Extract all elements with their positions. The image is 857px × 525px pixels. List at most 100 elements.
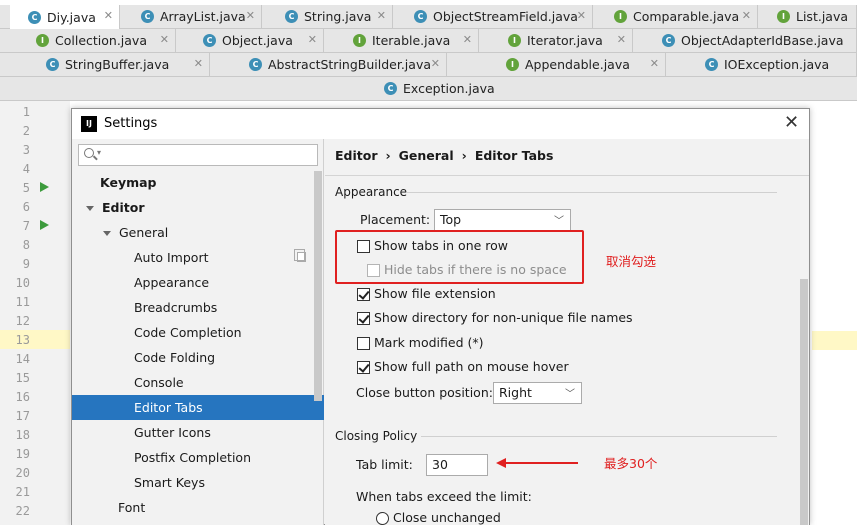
close-button-position-label: Close button position: [356, 385, 493, 400]
tab-string-java[interactable]: C String.java ✕ [263, 5, 393, 28]
tree-item-label: Keymap [100, 175, 157, 190]
chevron-down-icon: ﹀ [565, 389, 575, 400]
class-icon: C [285, 10, 298, 23]
tree-item-editor-tabs[interactable]: Editor Tabs [72, 395, 324, 420]
close-button-position-dropdown[interactable]: Right ﹀ [493, 382, 582, 404]
tree-item-label: Smart Keys [134, 475, 205, 490]
tab-ioexception-java[interactable]: C IOException.java [667, 53, 857, 76]
search-icon [84, 148, 94, 158]
tab-iterator-java[interactable]: I Iterator.java ✕ [480, 29, 633, 52]
tab-label: String.java [304, 9, 372, 24]
line-number: 14 [15, 352, 30, 366]
tab-diy-java[interactable]: C Diy.java ✕ [10, 5, 120, 29]
close-icon[interactable]: ✕ [104, 9, 113, 22]
line-number: 13 [15, 333, 30, 347]
tab-label: Appendable.java [525, 57, 630, 72]
class-icon: C [46, 58, 59, 71]
tab-label: ArrayList.java [160, 9, 246, 24]
show-full-path-checkbox[interactable] [357, 361, 370, 374]
tree-item-postfix-completion[interactable]: Postfix Completion [72, 445, 312, 470]
line-number: 17 [15, 409, 30, 423]
chevron-down-icon[interactable] [103, 231, 111, 236]
tree-item-console[interactable]: Console [72, 370, 312, 395]
section-divider [407, 192, 777, 193]
tree-item-code-completion[interactable]: Code Completion [72, 320, 312, 345]
tab-abstractstringbuilder-java[interactable]: C AbstractStringBuilder.java ✕ [211, 53, 447, 76]
tree-item-label: Code Folding [134, 350, 216, 365]
close-icon[interactable]: ✕ [160, 33, 169, 46]
breadcrumb-separator: › [385, 148, 391, 163]
tab-label: List.java [796, 9, 849, 24]
tree-item-label: Auto Import [134, 250, 209, 265]
tree-item-smart-keys[interactable]: Smart Keys [72, 470, 312, 495]
dialog-title: Settings [104, 116, 158, 131]
close-icon[interactable]: ✕ [377, 9, 386, 22]
close-icon[interactable]: ✕ [742, 9, 751, 22]
tab-stringbuffer-java[interactable]: C StringBuffer.java ✕ [10, 53, 210, 76]
tree-scrollbar[interactable] [314, 171, 322, 401]
close-icon[interactable]: ✕ [246, 9, 255, 22]
close-icon[interactable]: ✕ [431, 57, 440, 70]
section-divider [421, 436, 777, 437]
breadcrumb-editor-tabs: Editor Tabs [474, 148, 554, 163]
tree-item-appearance[interactable]: Appearance [72, 270, 312, 295]
line-number: 3 [22, 143, 30, 157]
intellij-logo-icon: IJ [81, 116, 97, 132]
tab-list-java[interactable]: I List.java [759, 5, 857, 28]
close-icon[interactable]: ✕ [194, 57, 203, 70]
tree-item-keymap[interactable]: Keymap [72, 170, 312, 195]
tab-appendable-java[interactable]: I Appendable.java ✕ [448, 53, 666, 76]
settings-search-input[interactable]: ▾ [78, 144, 318, 166]
breadcrumb-editor: Editor [335, 148, 378, 163]
tree-item-label: General [119, 225, 169, 240]
line-number: 4 [22, 162, 30, 176]
show-directory-label: Show directory for non-unique file names [374, 310, 633, 325]
tab-exception-java[interactable]: C Exception.java [10, 77, 857, 100]
class-icon: C [662, 34, 675, 47]
tab-limit-input[interactable]: 30 [426, 454, 488, 476]
run-gutter-icon[interactable] [40, 220, 49, 230]
tree-item-editor[interactable]: Editor [72, 195, 312, 220]
interface-icon: I [614, 10, 627, 23]
line-number: 16 [15, 390, 30, 404]
tab-object-java[interactable]: C Object.java ✕ [177, 29, 324, 52]
tab-comparable-java[interactable]: I Comparable.java ✕ [594, 5, 758, 28]
mark-modified-checkbox[interactable] [357, 337, 370, 350]
tree-item-label: Breadcrumbs [134, 300, 218, 315]
tab-collection-java[interactable]: I Collection.java ✕ [10, 29, 176, 52]
tree-item-auto-import[interactable]: Auto Import [72, 245, 312, 270]
line-number: 21 [15, 485, 30, 499]
close-icon[interactable]: ✕ [617, 33, 626, 46]
tree-item-breadcrumbs[interactable]: Breadcrumbs [72, 295, 312, 320]
chevron-down-icon[interactable] [86, 206, 94, 211]
tab-iterable-java[interactable]: I Iterable.java ✕ [325, 29, 479, 52]
tree-item-general[interactable]: General [72, 220, 312, 245]
show-file-extension-checkbox[interactable] [357, 288, 370, 301]
class-icon: C [203, 34, 216, 47]
tab-label: IOException.java [724, 57, 830, 72]
close-icon[interactable]: ✕ [308, 33, 317, 46]
tab-label: ObjectStreamField.java [433, 9, 578, 24]
class-icon: C [249, 58, 262, 71]
close-unchanged-radio[interactable] [376, 512, 389, 525]
close-icon[interactable]: ✕ [577, 9, 586, 22]
placement-dropdown[interactable]: Top ﹀ [434, 209, 571, 231]
line-number: 5 [22, 181, 30, 195]
tab-arraylist-java[interactable]: C ArrayList.java ✕ [121, 5, 262, 28]
tree-item-gutter-icons[interactable]: Gutter Icons [72, 420, 312, 445]
settings-scrollbar[interactable] [800, 279, 808, 525]
tree-item-font[interactable]: Font [72, 495, 312, 520]
line-number: 22 [15, 504, 30, 518]
tree-item-code-folding[interactable]: Code Folding [72, 345, 312, 370]
show-directory-checkbox[interactable] [357, 312, 370, 325]
tab-objectadapteridbase-java[interactable]: C ObjectAdapterIdBase.java [634, 29, 857, 52]
close-icon[interactable]: ✕ [784, 112, 799, 134]
tree-item-label: Code Completion [134, 325, 242, 340]
run-gutter-icon[interactable] [40, 182, 49, 192]
dialog-titlebar: IJ Settings ✕ [72, 109, 809, 139]
close-icon[interactable]: ✕ [463, 33, 472, 46]
breadcrumb: Editor › General › Editor Tabs [335, 148, 553, 163]
close-icon[interactable]: ✕ [650, 57, 659, 70]
tab-objectstreamfield-java[interactable]: C ObjectStreamField.java ✕ [394, 5, 593, 28]
tab-limit-label: Tab limit: [356, 457, 413, 472]
